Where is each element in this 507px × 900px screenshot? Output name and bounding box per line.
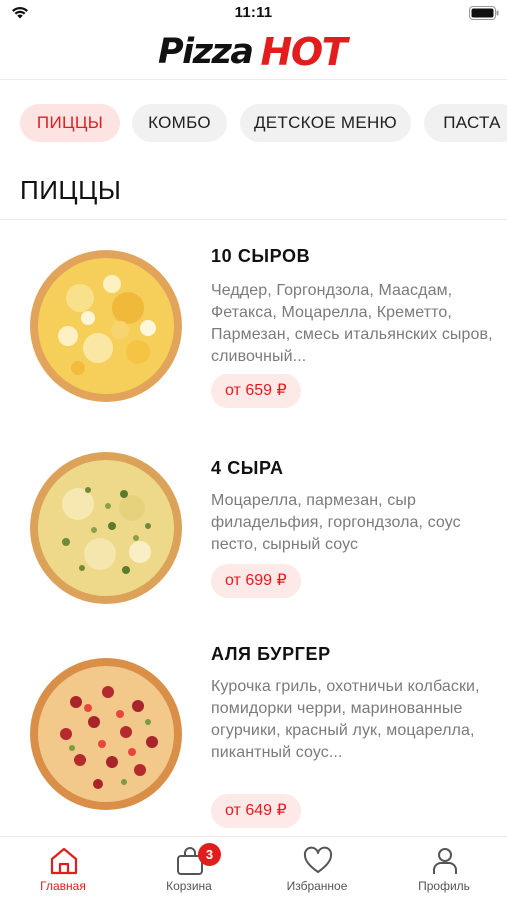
category-tab-pizza[interactable]: ПИЦЦЫ xyxy=(20,104,120,142)
product-name: АЛЯ БУРГЕР xyxy=(211,644,331,664)
product-name: 10 СЫРОВ xyxy=(211,246,311,266)
pizza-image xyxy=(30,658,182,810)
tab-label: Профиль xyxy=(418,879,470,893)
tab-label: Главная xyxy=(40,879,86,893)
tab-home[interactable]: Главная xyxy=(0,837,126,900)
price-button[interactable]: от 699 ₽ xyxy=(211,564,301,598)
tab-favorites[interactable]: Избранное xyxy=(254,837,380,900)
logo-text-hot: HOT xyxy=(260,30,348,74)
category-tab-kids-menu[interactable]: ДЕТСКОЕ МЕНЮ xyxy=(240,104,411,142)
status-bar: 11:11 xyxy=(0,0,507,26)
price-button[interactable]: от 659 ₽ xyxy=(211,374,301,408)
tab-cart[interactable]: 3 Корзина xyxy=(126,837,252,900)
category-tab-pasta[interactable]: ПАСТА xyxy=(424,104,507,142)
status-time: 11:11 xyxy=(234,4,273,21)
brand-logo[interactable]: Pizza HOT xyxy=(158,28,348,74)
price-button[interactable]: от 649 ₽ xyxy=(211,794,301,828)
tab-profile[interactable]: Профиль xyxy=(381,837,507,900)
battery-icon xyxy=(469,6,499,20)
logo-text-pizza: Pizza xyxy=(158,32,254,72)
tab-label: Избранное xyxy=(286,879,348,893)
category-tabs: ПИЦЦЫ КОМБО ДЕТСКОЕ МЕНЮ ПАСТА xyxy=(0,104,507,144)
cart-count-badge: 3 xyxy=(198,843,221,866)
category-tab-combo[interactable]: КОМБО xyxy=(132,104,227,142)
heart-icon xyxy=(303,846,333,873)
divider xyxy=(0,219,507,220)
product-name: 4 СЫРА xyxy=(211,458,284,478)
app-header: Pizza HOT xyxy=(0,26,507,80)
product-description: Моцарелла, пармезан, сыр филадельфия, го… xyxy=(211,492,461,553)
pizza-image xyxy=(30,452,182,604)
pizza-image xyxy=(30,250,182,402)
section-title: ПИЦЦЫ xyxy=(20,175,122,205)
product-description: Курочка гриль, охотничьи колбаски, помид… xyxy=(211,678,480,761)
person-icon xyxy=(433,848,457,874)
tab-bar: Главная 3 Корзина Избранное Профиль xyxy=(0,836,507,900)
product-description: Чеддер, Горгондзола, Маасдам, Фетакса, М… xyxy=(211,282,493,365)
home-icon xyxy=(50,847,78,875)
tab-label: Корзина xyxy=(166,879,212,893)
